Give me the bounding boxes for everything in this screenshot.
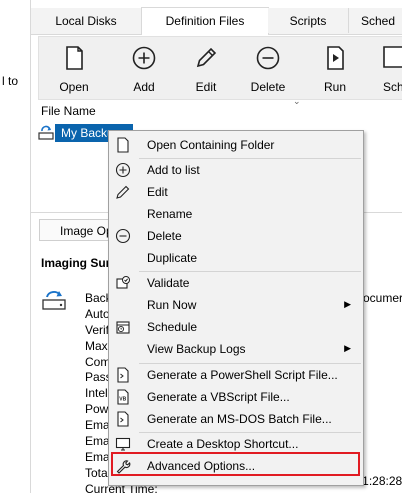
menu-item-validate[interactable]: Validate <box>109 272 363 294</box>
powershell-icon <box>117 367 129 383</box>
svg-text:VB: VB <box>119 397 126 403</box>
highlight-box <box>111 452 360 476</box>
open-file-icon <box>66 46 83 70</box>
tab-schedules[interactable]: Sched <box>349 8 402 33</box>
delete-label: Delete <box>250 80 286 94</box>
disk-image-icon <box>42 291 66 310</box>
menu-label: Open Containing Folder <box>147 138 275 152</box>
row-icon-bg <box>37 124 55 142</box>
tab-definition-files[interactable]: Definition Files <box>141 7 269 35</box>
submenu-arrow-icon: ▶ <box>344 343 351 353</box>
menu-item-edit[interactable]: Edit <box>109 181 363 203</box>
menu-label: Duplicate <box>147 251 198 265</box>
tab-bar: Local Disks Definition Files Scripts Sch… <box>31 7 402 35</box>
desktop-shortcut-icon <box>115 437 131 451</box>
menu-item-schedule[interactable]: Schedule <box>109 316 363 338</box>
context-menu: Open Containing Folder Add to list Edit … <box>108 130 364 486</box>
edit-label: Edit <box>195 80 217 94</box>
menu-label: Validate <box>147 276 190 290</box>
validate-icon <box>116 276 130 289</box>
menu-item-duplicate[interactable]: Duplicate <box>109 247 363 269</box>
add-button[interactable]: Add <box>116 37 172 99</box>
run-button[interactable]: Run <box>307 37 363 99</box>
sort-chevron-icon: ⌄ <box>293 96 301 106</box>
submenu-arrow-icon: ▶ <box>344 299 351 309</box>
menu-label: Run Now <box>147 298 197 312</box>
pencil-icon <box>196 47 217 68</box>
open-button[interactable]: Open <box>46 37 102 99</box>
run-script-icon <box>327 46 344 70</box>
menu-label: Add to list <box>147 163 200 177</box>
edit-button[interactable]: Edit <box>178 37 234 99</box>
menu-label: Schedule <box>147 320 198 334</box>
summary-title: Imaging Sum <box>41 256 117 270</box>
menu-item-view-backup-logs[interactable]: View Backup Logs ▶ <box>109 338 363 360</box>
run-label: Run <box>323 80 346 94</box>
menu-item-generate-batch[interactable]: Generate an MS-DOS Batch File... <box>109 408 363 430</box>
menu-label: Generate an MS-DOS Batch File... <box>147 412 332 426</box>
menu-label: Create a Desktop Shortcut... <box>147 437 299 451</box>
schedule-button[interactable]: Sch <box>369 37 402 99</box>
add-label: Add <box>133 80 155 94</box>
schedule-icon <box>116 321 130 334</box>
tab-scripts[interactable]: Scripts <box>268 8 349 33</box>
document-icon <box>117 137 129 153</box>
menu-item-generate-powershell[interactable]: Generate a PowerShell Script File... <box>109 364 363 386</box>
delete-button[interactable]: Delete <box>240 37 296 99</box>
schedule-label: Sch <box>383 80 402 94</box>
schedule-icon <box>383 46 402 68</box>
menu-item-generate-vbscript[interactable]: VB Generate a VBScript File... <box>109 386 363 408</box>
menu-label: Generate a VBScript File... <box>147 390 290 404</box>
plus-circle-icon <box>115 162 131 178</box>
tab-local-disks[interactable]: Local Disks <box>31 8 142 33</box>
minus-circle-icon <box>256 46 280 70</box>
column-header-file-name[interactable]: File Name <box>41 104 96 118</box>
menu-item-rename[interactable]: Rename <box>109 203 363 225</box>
vbscript-icon: VB <box>117 389 129 405</box>
menu-item-add-to-list[interactable]: Add to list <box>109 159 363 181</box>
pencil-icon <box>116 185 130 199</box>
open-label: Open <box>59 80 89 94</box>
backup-definition-icon <box>38 125 54 140</box>
summary-value-fragment: ocumer <box>363 291 402 305</box>
menu-label: Generate a PowerShell Script File... <box>147 368 338 382</box>
minus-circle-icon <box>115 228 131 244</box>
left-pane-edge: l to <box>0 0 30 493</box>
toolbar: Open Add Edit Delete Run Sch <box>38 36 402 100</box>
batch-file-icon <box>117 411 129 427</box>
menu-item-delete[interactable]: Delete <box>109 225 363 247</box>
menu-item-run-now[interactable]: Run Now ▶ <box>109 294 363 316</box>
menu-label: View Backup Logs <box>147 342 246 356</box>
left-pane-text-fragment: l to <box>2 74 19 88</box>
menu-label: Rename <box>147 207 193 221</box>
plus-circle-icon <box>132 46 156 70</box>
menu-label: Delete <box>147 229 182 243</box>
menu-item-open-containing-folder[interactable]: Open Containing Folder <box>109 134 363 156</box>
menu-label: Edit <box>147 185 168 199</box>
